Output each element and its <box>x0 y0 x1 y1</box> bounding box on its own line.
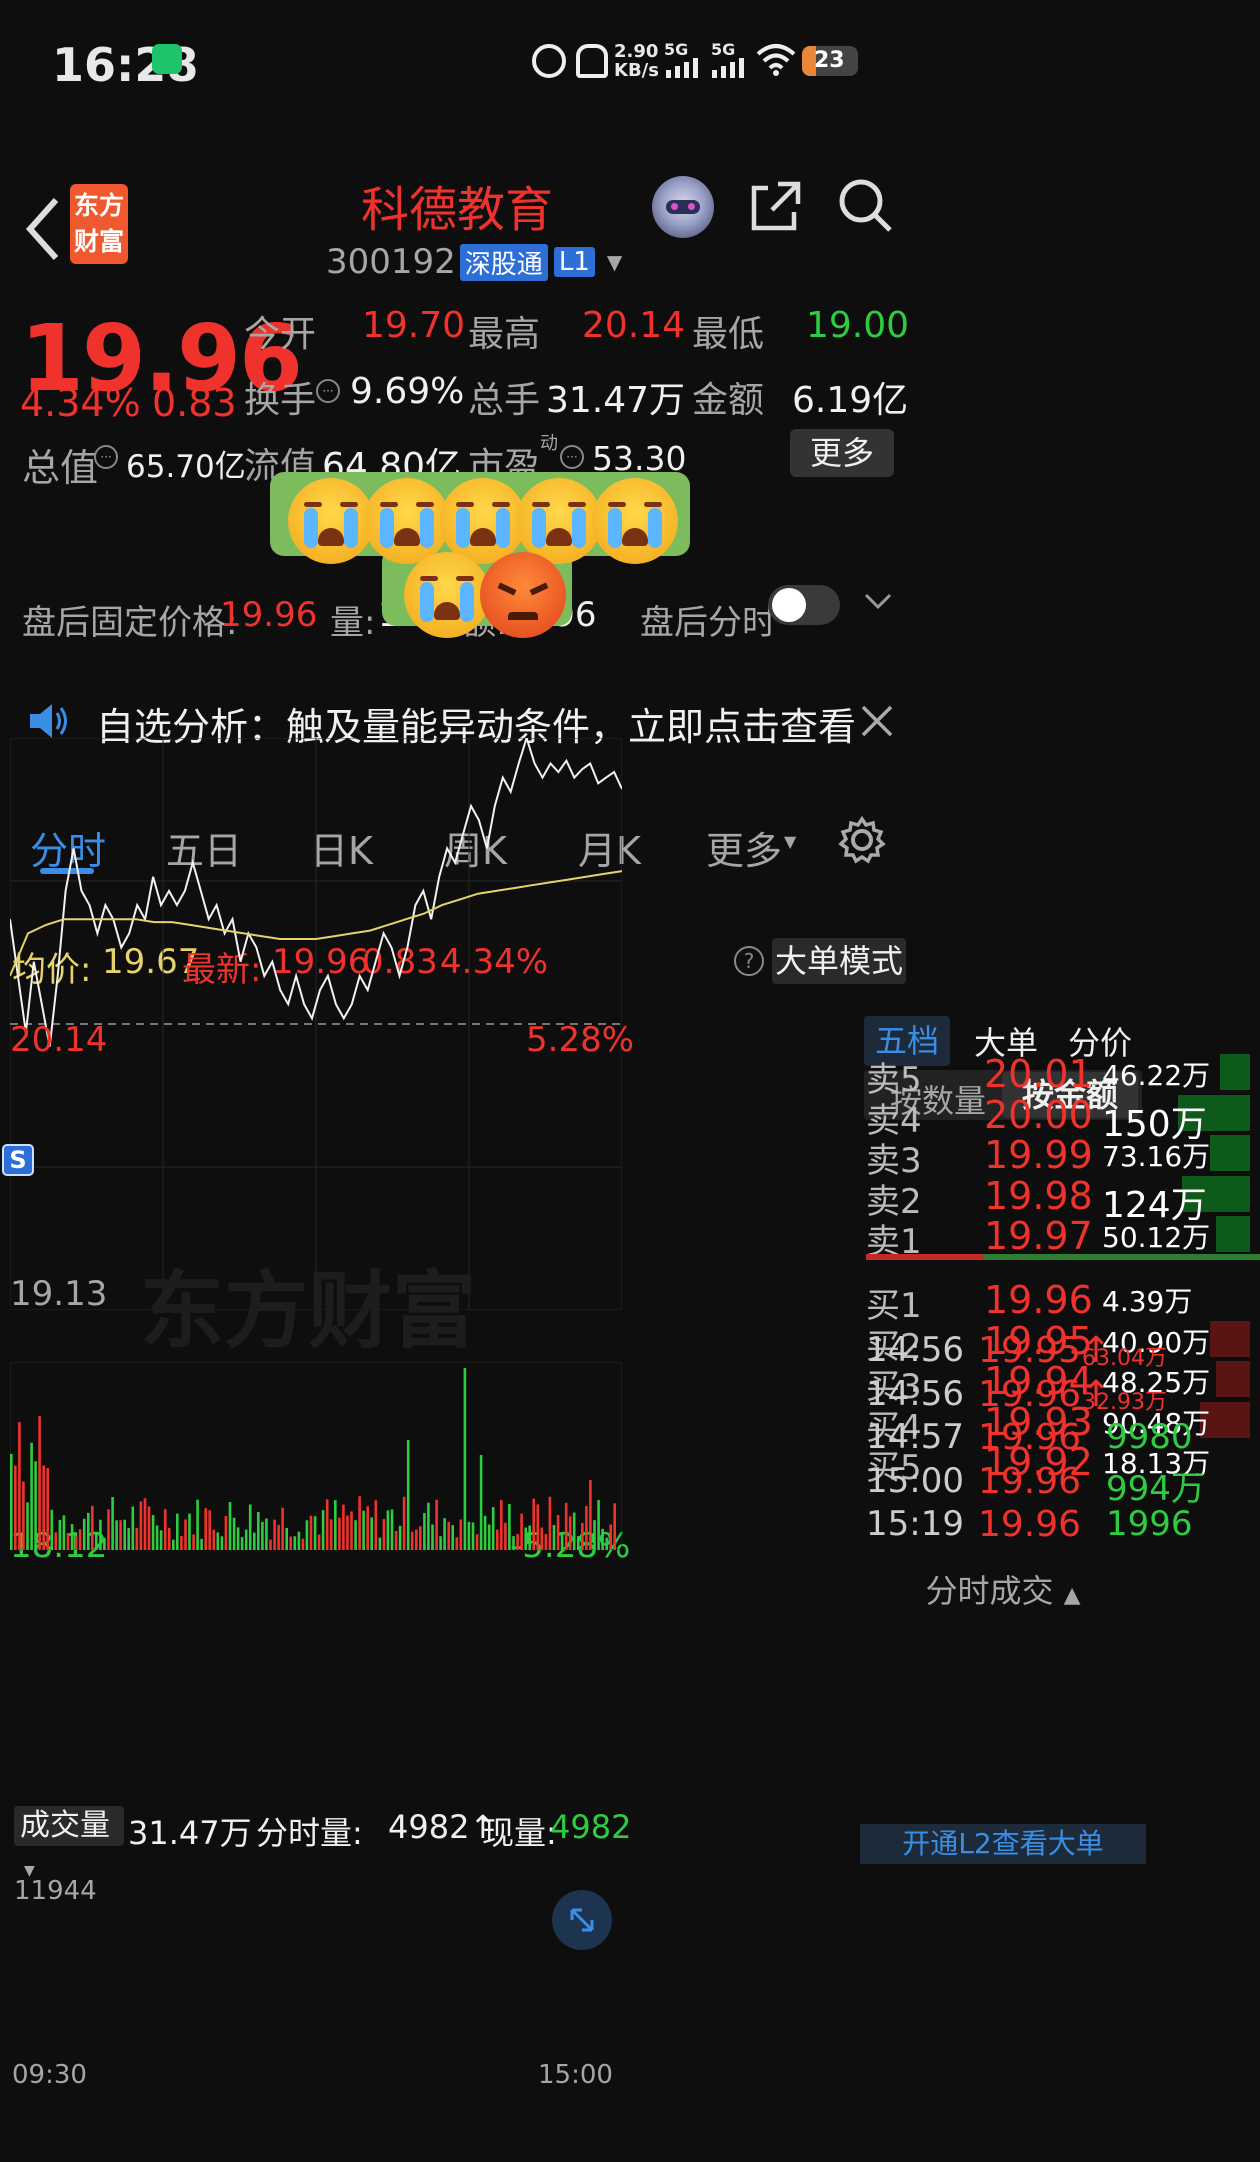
sell-level-row[interactable]: 卖5 20.01 46.22万 <box>866 1052 1260 1100</box>
l2-upgrade-footer[interactable]: 开通L2查看大单 <box>860 1824 1146 1864</box>
buy-level-row[interactable]: 买1 19.96 4.39万 <box>866 1278 1260 1326</box>
trade-row: 14:56 19.96↑ 32.93万 <box>866 1374 1260 1416</box>
trade-row: 15:00 19.96 994万 <box>866 1460 1260 1509</box>
trade-row: 15:19 19.96 1996 <box>866 1504 1260 1546</box>
level-price: 19.98 <box>984 1173 1093 1218</box>
sell-level-row[interactable]: 卖3 19.99 73.16万 <box>866 1133 1260 1181</box>
trade-time: 14:56 <box>866 1373 964 1414</box>
sell-level-row[interactable]: 卖2 19.98 124万 <box>866 1174 1260 1226</box>
trade-time: 14:57 <box>866 1417 964 1458</box>
trades-title[interactable]: 分时成交 ▲ <box>860 1566 1146 1612</box>
order-book-panel: 五档 大单 分价 按数量 按金额 卖5 20.01 46.22万 卖4 20.00… <box>0 0 1260 2162</box>
trade-price: 19.96 <box>978 1460 1082 1502</box>
trade-time: 14:56 <box>866 1330 964 1370</box>
sell-level-row[interactable]: 卖4 20.00 150万 <box>866 1093 1260 1145</box>
level-amount-bar <box>1220 1054 1250 1090</box>
level-amount: 4.39万 <box>1102 1285 1193 1318</box>
level-amount-bar <box>1210 1135 1250 1172</box>
level-amount: 50.12万 <box>1102 1221 1211 1255</box>
level-price: 19.99 <box>984 1133 1093 1178</box>
level-amount: 46.22万 <box>1102 1059 1211 1092</box>
trade-amount: 1996 <box>1106 1504 1193 1545</box>
trade-amount: 9980 <box>1106 1417 1193 1458</box>
trade-amount: 63.04万 <box>1082 1346 1167 1371</box>
trade-row: 14:56 19.95↑ 63.04万 <box>866 1330 1260 1372</box>
level-price: 20.00 <box>984 1092 1093 1137</box>
trade-price: 19.96 <box>978 1417 1082 1459</box>
trade-time: 15:19 <box>866 1504 964 1545</box>
level-amount: 73.16万 <box>1102 1140 1211 1174</box>
level-price: 19.97 <box>984 1214 1093 1259</box>
level-price: 20.01 <box>984 1052 1093 1096</box>
book-separator <box>866 1254 1260 1260</box>
trade-amount: 32.93万 <box>1082 1389 1167 1415</box>
trade-amount: 994万 <box>1106 1468 1205 1509</box>
trade-price: 19.96 <box>978 1504 1082 1546</box>
level-price: 19.96 <box>984 1278 1093 1322</box>
sell-level-row[interactable]: 卖1 19.97 50.12万 <box>866 1214 1260 1262</box>
trade-time: 15:00 <box>866 1460 964 1501</box>
trade-row: 14:57 19.96 9980 <box>866 1417 1260 1459</box>
level-amount-bar <box>1216 1216 1250 1253</box>
